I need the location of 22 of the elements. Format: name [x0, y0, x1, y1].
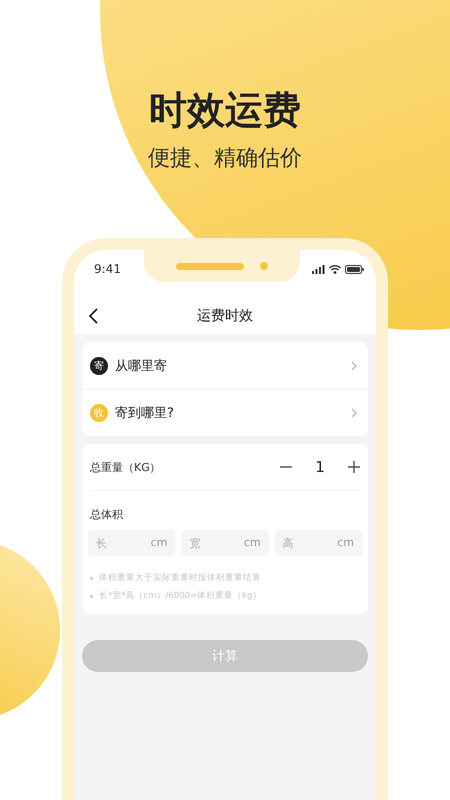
unit-label: cm	[150, 536, 168, 550]
bullet-icon	[90, 594, 93, 598]
battery-icon	[345, 264, 364, 274]
unit-label: cm	[244, 536, 261, 550]
chevron-right-icon	[350, 408, 358, 418]
note-text: 体积重量大于实际重量时按体积重量结算	[99, 572, 261, 584]
chevron-right-icon	[350, 360, 358, 370]
weight-label: 总重量（KG）	[90, 460, 162, 474]
headline: 时效运费	[149, 87, 301, 134]
volume-label: 总体积	[89, 507, 124, 523]
weight-value: 1	[314, 458, 326, 476]
address-row[interactable]: 寄 从哪里寄	[82, 342, 368, 389]
note-text: 长*宽*高（cm）/6000=体积重量（kg）	[99, 590, 262, 602]
back-button[interactable]	[88, 308, 100, 324]
unit-label: cm	[337, 536, 354, 550]
status-time: 9:41	[94, 262, 121, 276]
bullet-icon	[90, 576, 93, 580]
signal-icon	[312, 264, 325, 274]
page-title: 运费时效	[197, 307, 253, 325]
subtitle: 便捷、精确估价	[148, 145, 302, 173]
address-row[interactable]: 收 寄到哪里?	[82, 389, 368, 436]
wifi-icon	[329, 264, 341, 274]
